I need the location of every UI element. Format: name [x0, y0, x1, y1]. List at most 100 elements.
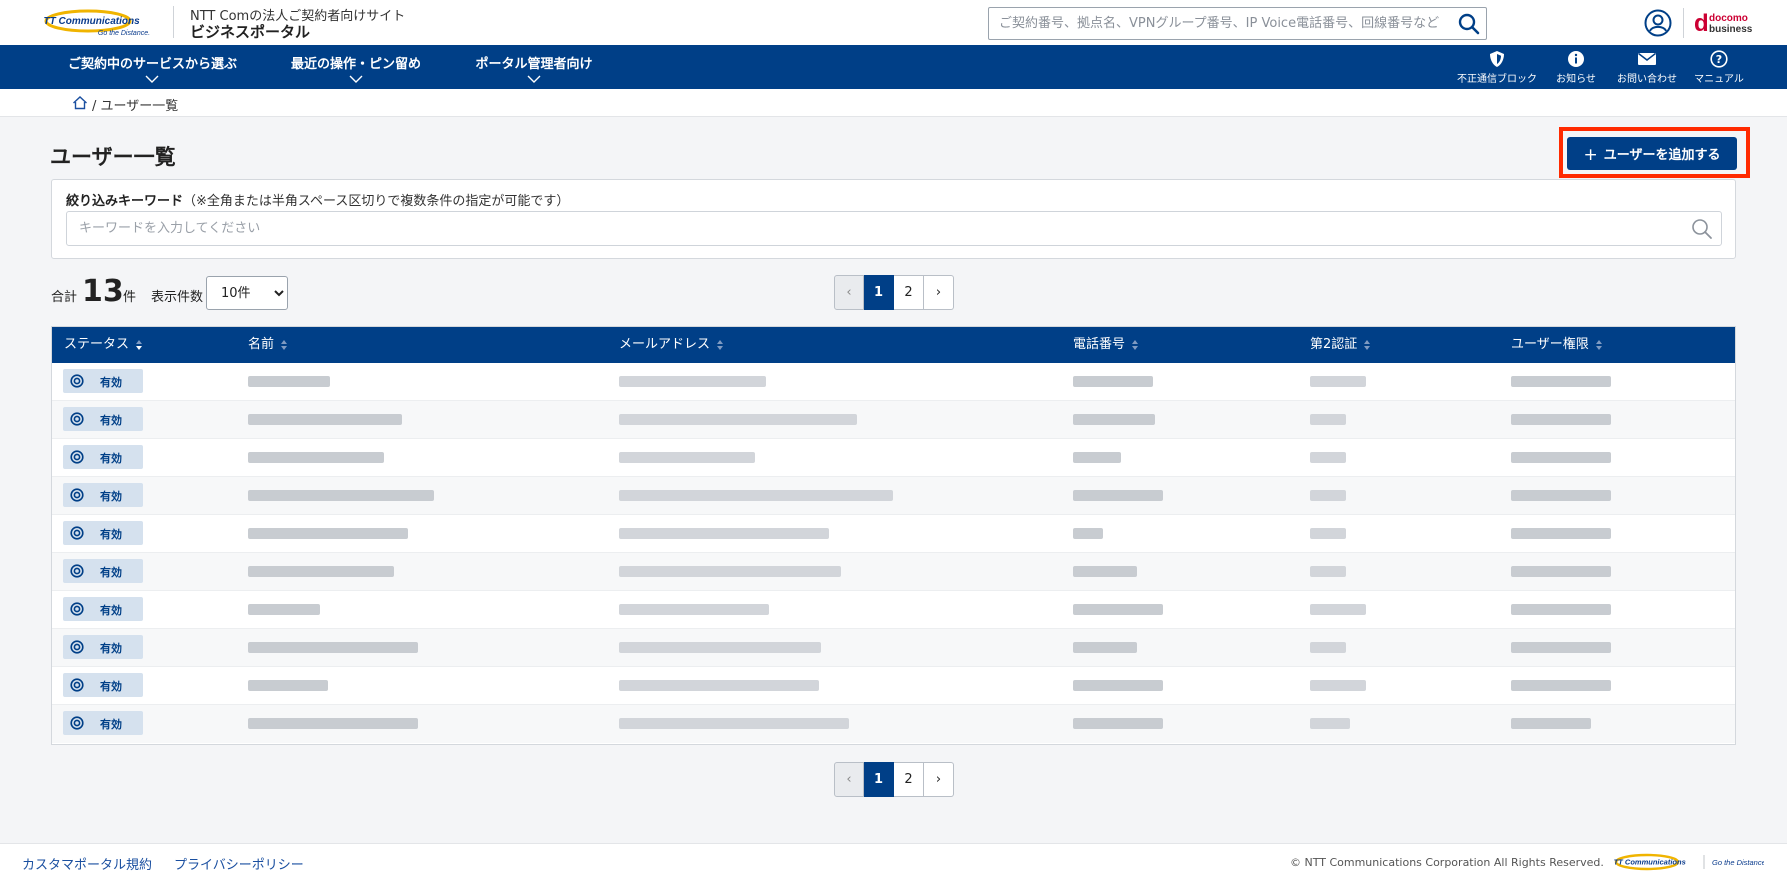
page-title: ユーザー一覧 — [50, 145, 176, 169]
footer-link-terms[interactable]: カスタマポータル規約 — [22, 854, 152, 873]
phone-cell-redacted — [1073, 528, 1103, 539]
shield-icon — [1490, 51, 1504, 67]
name-cell-redacted — [248, 452, 384, 463]
chevron-down-icon — [527, 75, 541, 83]
table-row[interactable]: 有効 — [52, 515, 1735, 553]
help-icon: ? — [1710, 50, 1728, 68]
status-active-icon — [70, 412, 84, 426]
table-row[interactable]: 有効 — [52, 667, 1735, 705]
nav-icon-label: お問い合わせ — [1617, 74, 1677, 85]
mail-icon — [1638, 52, 1656, 65]
nav-fraud-block[interactable]: 不正通信ブロック — [1454, 50, 1540, 88]
svg-text:Go the Distance.: Go the Distance. — [98, 30, 150, 37]
docomo-business-logo[interactable]: d docomo business — [1694, 9, 1756, 37]
nav-portal-admin[interactable]: ポータル管理者向け — [474, 45, 594, 89]
table-row[interactable]: 有効 — [52, 477, 1735, 515]
column-header-label: 電話番号 — [1073, 337, 1126, 352]
column-header-phone[interactable]: 電話番号 — [1073, 327, 1139, 363]
status-active-icon — [70, 450, 84, 464]
column-header-email[interactable]: メールアドレス — [619, 327, 724, 363]
sort-icon — [1595, 339, 1602, 350]
chevron-down-icon — [145, 75, 159, 83]
phone-cell-redacted — [1073, 680, 1163, 691]
email-cell-redacted — [619, 528, 829, 539]
name-cell-redacted — [248, 642, 418, 653]
nav-contact[interactable]: お問い合わせ — [1612, 50, 1682, 88]
permission-cell-redacted — [1511, 452, 1611, 463]
top-header: NTT Communications Go the Distance. NTT … — [0, 0, 1787, 45]
ntt-communications-logo[interactable]: NTT Communications Go the Distance. — [44, 9, 172, 37]
nav-notices[interactable]: お知らせ — [1550, 50, 1602, 88]
pagination-page-2[interactable]: 2 — [894, 762, 924, 797]
pagination-page-1[interactable]: 1 — [864, 762, 894, 797]
pagination-next-button[interactable]: › — [924, 275, 954, 310]
name-cell-redacted — [248, 528, 408, 539]
pagination-page-1[interactable]: 1 — [864, 275, 894, 310]
column-header-name[interactable]: 名前 — [248, 327, 288, 363]
sort-icon — [717, 339, 724, 350]
table-row[interactable]: 有効 — [52, 401, 1735, 439]
permission-cell-redacted — [1511, 376, 1611, 387]
permission-cell-redacted — [1511, 414, 1611, 425]
permission-cell-redacted — [1511, 604, 1611, 615]
pagination-next-button[interactable]: › — [924, 762, 954, 797]
table-row[interactable]: 有効 — [52, 553, 1735, 591]
footer-link-privacy[interactable]: プライバシーポリシー — [174, 854, 304, 873]
home-icon[interactable] — [72, 95, 88, 110]
table-row[interactable]: 有効 — [52, 705, 1735, 743]
2fa-cell-redacted — [1310, 604, 1366, 615]
table-row[interactable]: 有効 — [52, 439, 1735, 477]
keyword-input[interactable] — [67, 212, 1667, 245]
pagination-prev-button[interactable]: ‹ — [834, 275, 864, 310]
search-icon[interactable] — [1691, 218, 1713, 240]
column-header-2fa[interactable]: 第2認証 — [1310, 327, 1371, 363]
table-row[interactable]: 有効 — [52, 363, 1735, 401]
nav-contracted-services[interactable]: ご契約中のサービスから選ぶ — [68, 45, 237, 89]
global-search-input[interactable] — [989, 8, 1444, 39]
per-page-select[interactable]: 10件 — [206, 276, 288, 310]
2fa-cell-redacted — [1310, 566, 1346, 577]
filter-label: 絞り込みキーワード（※全角または半角スペース区切りで複数条件の指定が可能です） — [66, 190, 569, 209]
email-cell-redacted — [619, 718, 849, 729]
total-number: 13 — [82, 274, 124, 309]
table-row[interactable]: 有効 — [52, 629, 1735, 667]
permission-cell-redacted — [1511, 680, 1611, 691]
status-text: 有効 — [100, 604, 122, 617]
email-cell-redacted — [619, 452, 755, 463]
column-header-status[interactable]: ステータス — [64, 327, 143, 363]
column-header-permission[interactable]: ユーザー権限 — [1511, 327, 1603, 363]
status-badge: 有効 — [63, 407, 143, 431]
nav-icon-label: マニュアル — [1694, 74, 1744, 85]
nav-recent-pins[interactable]: 最近の操作・ピン留め — [290, 45, 422, 89]
column-header-label: メールアドレス — [619, 337, 711, 352]
svg-text:Go the Distance.: Go the Distance. — [1712, 858, 1764, 867]
nav-manual[interactable]: ? マニュアル — [1690, 50, 1748, 88]
user-account-icon[interactable] — [1644, 9, 1672, 37]
column-header-label: 名前 — [248, 337, 275, 352]
total-suffix: 件 — [123, 290, 137, 305]
breadcrumb-current: / ユーザー一覧 — [92, 99, 179, 114]
status-badge: 有効 — [63, 597, 143, 621]
logo-divider — [173, 6, 174, 38]
2fa-cell-redacted — [1310, 528, 1346, 539]
name-cell-redacted — [248, 414, 402, 425]
plus-icon: + — [1583, 144, 1598, 165]
table-header: ステータス 名前 メールアドレス 電話番号 第2認証 ユーザー権限 — [52, 327, 1735, 363]
phone-cell-redacted — [1073, 604, 1163, 615]
status-badge: 有効 — [63, 369, 143, 393]
table-row[interactable]: 有効 — [52, 591, 1735, 629]
name-cell-redacted — [248, 604, 320, 615]
sort-icon — [281, 339, 288, 350]
status-active-icon — [70, 374, 84, 388]
phone-cell-redacted — [1073, 718, 1163, 729]
pagination-top: ‹ 1 2 › — [834, 275, 954, 310]
status-text: 有効 — [100, 452, 122, 465]
pagination-prev-button[interactable]: ‹ — [834, 762, 864, 797]
per-page-label: 表示件数 — [151, 290, 204, 305]
search-icon[interactable] — [1458, 13, 1480, 35]
status-badge: 有効 — [63, 483, 143, 507]
pagination-page-2[interactable]: 2 — [894, 275, 924, 310]
email-cell-redacted — [619, 490, 893, 501]
add-user-button[interactable]: + ユーザーを追加する — [1567, 137, 1737, 170]
site-title[interactable]: ビジネスポータル — [190, 21, 310, 42]
